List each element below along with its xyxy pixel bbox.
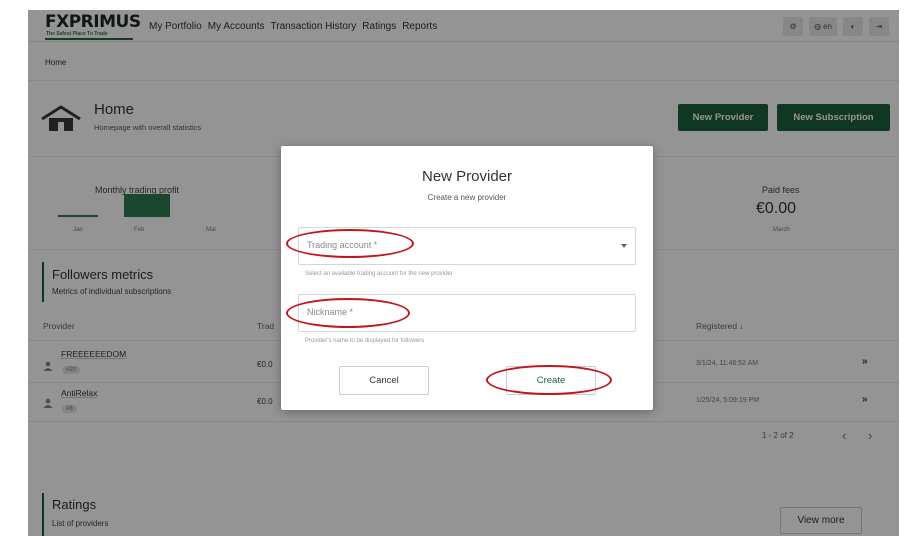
trading-account-label: Trading account * [307, 240, 378, 250]
new-provider-dialog: New Provider Create a new provider Tradi… [281, 146, 653, 410]
trading-account-select[interactable]: Trading account * [298, 227, 636, 265]
nickname-input[interactable]: Nickname * [298, 294, 636, 332]
cancel-button[interactable]: Cancel [339, 366, 429, 395]
create-button[interactable]: Create [506, 366, 596, 395]
dialog-title: New Provider [421, 168, 513, 185]
trading-account-hint: Select an available trading account for … [305, 271, 453, 277]
nickname-label: Nickname * [307, 307, 354, 317]
nickname-hint: Provider's name to be displayed for foll… [305, 338, 425, 344]
dialog-subtitle: Create a new provider [427, 193, 507, 202]
caret-down-icon [621, 244, 627, 248]
